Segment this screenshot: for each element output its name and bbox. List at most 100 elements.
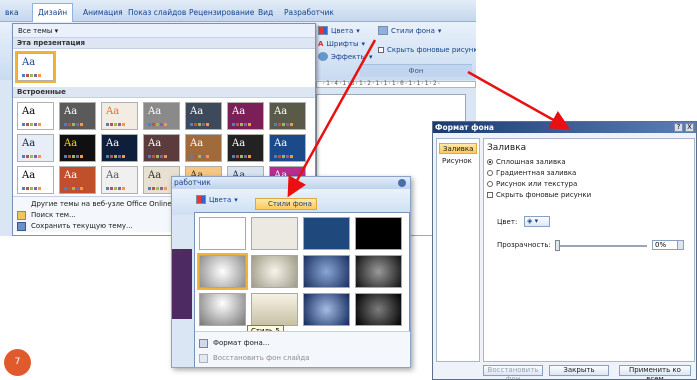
background-style-thumb[interactable] xyxy=(355,293,402,326)
background-style-thumb[interactable] xyxy=(251,255,298,288)
close-dialog-button[interactable]: Закрыть xyxy=(549,365,609,376)
group-label-background: Фон xyxy=(360,64,472,77)
dialog-body: Заливка Сплошная заливка Градиентная зал… xyxy=(483,138,695,362)
theme-thumb-label: Aa xyxy=(148,106,162,117)
theme-thumb[interactable]: Aa xyxy=(17,134,54,162)
transparency-slider-track[interactable] xyxy=(557,245,647,247)
theme-options-group: Цвета ▾ A Шрифты ▾ Эффекты ▾ xyxy=(318,24,373,63)
effects-icon xyxy=(318,52,328,61)
chevron-down-icon: ▾ xyxy=(437,26,442,35)
arrow-to-dialog xyxy=(467,70,571,130)
tab-design[interactable]: Дизайн xyxy=(32,3,74,22)
chevron-down-icon: ▾ xyxy=(234,195,238,204)
tab-review[interactable]: Рецензирование xyxy=(184,5,259,20)
theme-thumb-label: Aa xyxy=(22,170,36,181)
radio-button[interactable] xyxy=(487,170,493,176)
radio-solid-fill[interactable]: Сплошная заливка xyxy=(487,158,566,166)
radio-picture-texture[interactable]: Рисунок или текстура xyxy=(487,180,577,188)
nav-fill[interactable]: Заливка xyxy=(439,143,477,154)
radio-button[interactable] xyxy=(487,181,493,187)
section-this-presentation: Эта презентация xyxy=(13,38,315,49)
menu-format-background[interactable]: Формат фона... xyxy=(199,337,269,349)
radio-gradient-fill[interactable]: Градиентная заливка xyxy=(487,169,576,177)
theme-thumb[interactable]: Aa xyxy=(101,166,138,194)
help-button[interactable]: ? xyxy=(674,123,683,132)
hide-background-checkbox[interactable]: Скрыть фоновые рисунки xyxy=(378,43,476,56)
background-style-thumb[interactable] xyxy=(251,217,298,250)
effects-button[interactable]: Эффекты ▾ xyxy=(318,50,373,63)
tab-developer[interactable]: Разработчик xyxy=(279,5,339,20)
theme-thumb-label: Aa xyxy=(148,170,162,181)
checkbox-hide-background[interactable]: Скрыть фоновые рисунки xyxy=(487,191,591,199)
theme-color-dots xyxy=(22,187,41,190)
background-style-thumb[interactable] xyxy=(251,293,298,326)
color-picker-button[interactable]: ◈ ▾ xyxy=(524,216,550,227)
theme-thumb[interactable]: Aa xyxy=(227,102,264,130)
colors-button[interactable]: Цвета ▾ xyxy=(196,193,238,206)
theme-color-dots xyxy=(22,155,41,158)
background-style-thumb[interactable] xyxy=(199,217,246,250)
nav-picture[interactable]: Рисунок xyxy=(439,156,477,167)
tab-insert[interactable]: вка xyxy=(0,5,24,20)
background-style-thumb[interactable] xyxy=(303,293,350,326)
transparency-slider-handle[interactable] xyxy=(555,240,560,251)
tab-view[interactable]: Вид xyxy=(253,5,278,20)
theme-thumb[interactable]: Aa xyxy=(17,102,54,130)
theme-color-dots xyxy=(148,155,167,158)
theme-thumb[interactable]: Aa xyxy=(143,134,180,162)
reset-background-button[interactable]: Восстановить фон xyxy=(483,365,543,379)
theme-thumb[interactable]: Aa xyxy=(59,166,96,194)
background-style-thumb[interactable] xyxy=(303,255,350,288)
apply-to-all-button[interactable]: Применить ко всем xyxy=(619,365,691,379)
menu-save-theme[interactable]: Сохранить текущую тему... xyxy=(17,220,133,232)
theme-thumb-label: Aa xyxy=(274,106,288,117)
theme-thumb[interactable]: Aa xyxy=(59,134,96,162)
background-style-thumb[interactable] xyxy=(197,253,248,290)
close-button[interactable]: X xyxy=(685,123,694,132)
tab-animation[interactable]: Анимация xyxy=(78,5,128,20)
theme-thumb[interactable]: Aa xyxy=(185,134,222,162)
checkbox-box[interactable] xyxy=(378,46,384,53)
chevron-down-icon: ▾ xyxy=(369,52,373,61)
theme-filter-dropdown[interactable]: Все темы ▾ xyxy=(13,24,315,38)
background-style-thumb[interactable] xyxy=(355,255,402,288)
help-icon[interactable] xyxy=(398,179,406,187)
colors-button[interactable]: Цвета ▾ xyxy=(318,24,373,37)
theme-color-dots xyxy=(274,123,293,126)
theme-thumb-current[interactable]: Aa xyxy=(15,51,56,83)
reset-background-icon xyxy=(199,353,208,363)
background-styles-button[interactable]: Стили фона ▾ xyxy=(255,198,317,219)
theme-thumb[interactable]: Aa xyxy=(269,134,306,162)
fonts-button[interactable]: A Шрифты ▾ xyxy=(318,37,373,50)
background-style-thumb[interactable] xyxy=(303,217,350,250)
tab-slideshow[interactable]: Показ слайдов xyxy=(123,5,191,20)
background-style-thumb[interactable] xyxy=(355,217,402,250)
format-background-dialog: Формат фона ? X Заливка Рисунок Заливка … xyxy=(432,121,697,380)
section-builtin: Встроенные xyxy=(13,87,315,98)
transparency-input[interactable]: 0% xyxy=(652,240,684,250)
background-style-thumb[interactable] xyxy=(199,293,246,326)
theme-thumb[interactable]: Aa xyxy=(59,102,96,130)
theme-thumb[interactable]: Aa xyxy=(185,102,222,130)
ruler-marks: ·1·4·1·3·1·2·1·1·1·0·1·1·1·2· xyxy=(322,80,442,87)
checkbox-box[interactable] xyxy=(487,192,493,198)
format-background-icon xyxy=(199,338,208,348)
theme-thumb-label: Aa xyxy=(232,138,246,149)
spinner-arrows-icon[interactable] xyxy=(677,241,683,249)
theme-color-dots xyxy=(64,155,83,158)
background-styles-button[interactable]: Стили фона ▾ xyxy=(378,24,476,37)
chevron-down-icon: ▾ xyxy=(356,26,360,35)
theme-thumb[interactable]: Aa xyxy=(227,134,264,162)
transparency-label: Прозрачность: xyxy=(497,241,551,249)
slide-thumbnail-edge xyxy=(172,249,192,319)
paint-bucket-icon: ◈ xyxy=(527,217,533,225)
menu-reset-background[interactable]: Восстановить фон слайда xyxy=(199,352,309,364)
dialog-title: Формат фона xyxy=(433,122,696,133)
theme-thumb[interactable]: Aa xyxy=(143,102,180,130)
theme-thumb[interactable]: Aa xyxy=(17,166,54,194)
theme-thumb-label: Aa xyxy=(190,138,204,149)
theme-thumb[interactable]: Aa xyxy=(101,134,138,162)
radio-button[interactable] xyxy=(487,159,493,165)
theme-thumb[interactable]: Aa xyxy=(101,102,138,130)
theme-thumb[interactable]: Aa xyxy=(269,102,306,130)
